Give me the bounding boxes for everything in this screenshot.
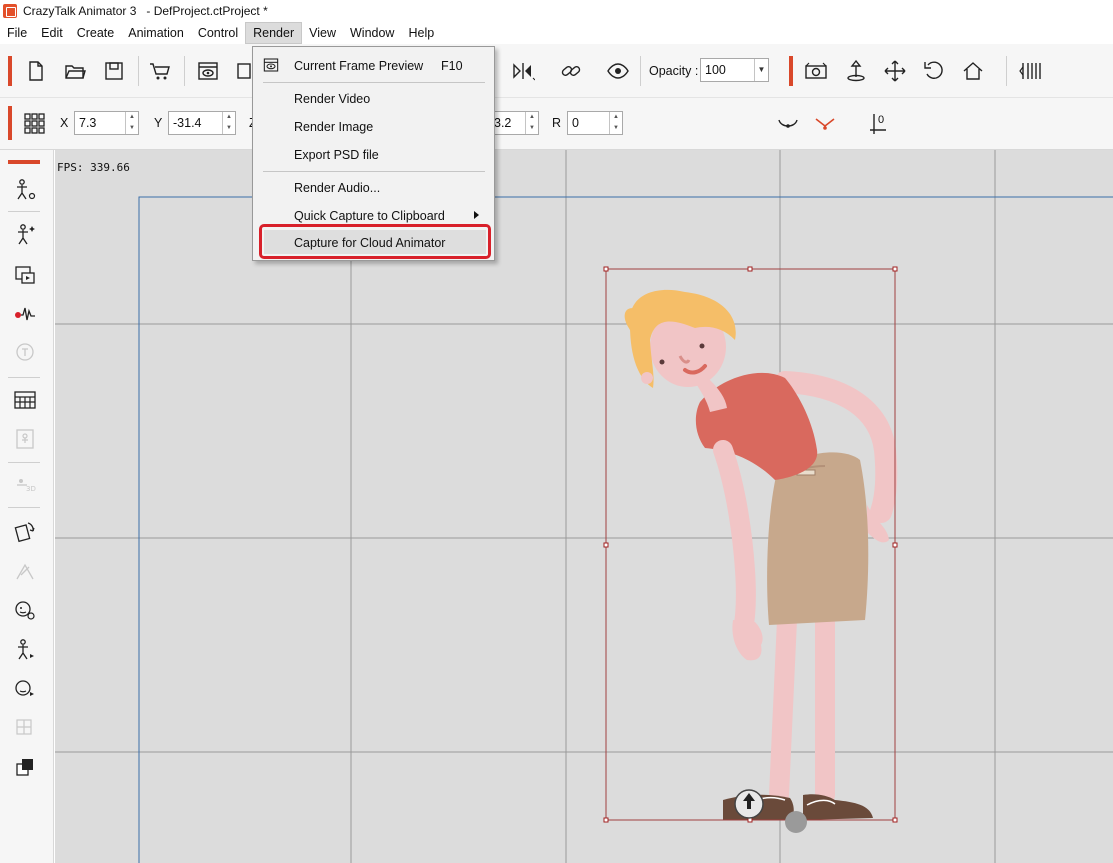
menu-animation[interactable]: Animation: [121, 22, 191, 44]
body-motion-icon[interactable]: [12, 637, 38, 663]
menu-window[interactable]: Window: [343, 22, 401, 44]
rotation-field[interactable]: 0 ▲ ▼: [567, 111, 623, 135]
scene-media-icon[interactable]: [12, 262, 38, 288]
r-label: R: [552, 116, 562, 130]
chevron-down-icon[interactable]: ▼: [754, 59, 768, 81]
character-compose-icon[interactable]: [12, 222, 38, 248]
opacity-label: Opacity :: [649, 64, 699, 78]
y-position-field[interactable]: -31.4 ▲ ▼: [168, 111, 236, 135]
title-bar: CrazyTalk Animator 3 - DefProject.ctProj…: [0, 0, 1113, 22]
camera-icon[interactable]: [803, 58, 829, 84]
transform-rotate-icon[interactable]: [12, 519, 38, 545]
timeline-grid-icon[interactable]: [12, 387, 38, 413]
svg-text:3D: 3D: [26, 485, 36, 493]
menu-create[interactable]: Create: [70, 22, 122, 44]
audio-record-icon[interactable]: [12, 301, 38, 327]
panel-separator: [8, 462, 40, 463]
menu-view[interactable]: View: [302, 22, 343, 44]
sprite-editor-icon: [12, 426, 38, 452]
save-icon[interactable]: [101, 58, 127, 84]
new-file-icon[interactable]: [23, 58, 49, 84]
preview-icon[interactable]: [195, 58, 221, 84]
fps-counter: FPS: 339.66: [57, 161, 130, 174]
callout-highlight-box: [259, 224, 491, 259]
3d-motion-icon: 3D: [12, 472, 38, 498]
app-logo-icon: [3, 4, 17, 18]
stage-viewport[interactable]: FPS: 339.66: [55, 150, 1113, 863]
layer-order-icon[interactable]: [12, 754, 38, 780]
left-tool-panel: 3D: [0, 150, 54, 863]
panel-accent-bar: [8, 160, 40, 164]
spinner-arrows[interactable]: ▲ ▼: [609, 112, 622, 134]
spinner-arrows[interactable]: ▲ ▼: [525, 112, 538, 134]
menu-separator: [263, 82, 485, 83]
opacity-dropdown[interactable]: 100 ▼: [700, 58, 769, 82]
toolbar-accent-bar: [8, 106, 12, 140]
home-icon[interactable]: [960, 58, 986, 84]
open-folder-icon[interactable]: [62, 58, 88, 84]
grid-icon[interactable]: [21, 110, 47, 136]
face-settings-icon[interactable]: [12, 597, 38, 623]
menu-export-psd[interactable]: Export PSD file: [294, 148, 379, 162]
flip-icon[interactable]: [510, 58, 536, 84]
x-label: X: [60, 116, 69, 130]
menu-quick-capture[interactable]: Quick Capture to Clipboard: [294, 209, 445, 223]
preview-eye-icon: [262, 56, 280, 74]
x-position-value: 7.3: [79, 116, 97, 130]
window-title: CrazyTalk Animator 3 - DefProject.ctProj…: [23, 4, 268, 18]
spinner-arrows[interactable]: ▲ ▼: [222, 112, 235, 134]
menu-file[interactable]: File: [0, 22, 34, 44]
menu-edit[interactable]: Edit: [34, 22, 70, 44]
menu-render-audio[interactable]: Render Audio...: [294, 181, 380, 195]
character-settings-icon[interactable]: [12, 177, 38, 203]
panel-separator: [8, 377, 40, 378]
move-icon[interactable]: [882, 58, 908, 84]
panel-separator: [8, 211, 40, 212]
opacity-value: 100: [705, 63, 726, 77]
shopping-cart-icon[interactable]: [147, 58, 173, 84]
toolbar-accent-bar: [8, 56, 12, 86]
move-vertical-icon[interactable]: [843, 58, 869, 84]
text-bubble-icon: [12, 340, 38, 366]
timeline-icon[interactable]: [1018, 58, 1044, 84]
rotate-icon[interactable]: [921, 58, 947, 84]
character-figure[interactable]: [624, 289, 898, 820]
menu-help[interactable]: Help: [401, 22, 441, 44]
toolbar-accent-bar: [789, 56, 793, 86]
panel-separator: [8, 507, 40, 508]
pivot-value: 0: [878, 114, 885, 126]
bone-grid-icon: [12, 715, 38, 741]
menu-render-video[interactable]: Render Video: [294, 92, 370, 106]
y-label: Y: [154, 116, 163, 130]
menu-bar: File Edit Create Animation Control Rende…: [0, 22, 1113, 44]
toolbar-separator: [1006, 56, 1007, 86]
menu-current-frame-preview[interactable]: Current Frame Preview: [294, 59, 423, 73]
toolbar-separator: [640, 56, 641, 86]
spinner-arrows[interactable]: ▲ ▼: [125, 112, 138, 134]
x-position-field[interactable]: 7.3 ▲ ▼: [74, 111, 139, 135]
visibility-eye-icon[interactable]: [605, 58, 631, 84]
ease-out-icon[interactable]: [812, 111, 838, 137]
link-tool-icon[interactable]: [558, 58, 584, 84]
face-puppet-icon: [12, 558, 38, 584]
transform-toolbar: X 7.3 ▲▼ Y -31.4 ▲▼ Z 3.2 ▲▼ R 0 ▲▼ 0: [0, 98, 1113, 150]
shortcut-f10: F10: [441, 59, 463, 73]
submenu-arrow-icon: [474, 211, 479, 219]
menu-render[interactable]: Render: [245, 22, 303, 44]
menu-render-image[interactable]: Render Image: [294, 120, 373, 134]
menu-control[interactable]: Control: [191, 22, 245, 44]
render-dropdown-menu: Current Frame Preview F10 Render Video R…: [252, 46, 495, 261]
y-position-value: -31.4: [173, 116, 202, 130]
rotation-value: 0: [572, 116, 579, 130]
toolbar-separator: [138, 56, 139, 86]
main-toolbar: Opacity : 100 ▼: [0, 44, 1113, 98]
ease-in-icon[interactable]: [775, 111, 801, 137]
toolbar-separator: [184, 56, 185, 86]
menu-separator: [263, 171, 485, 172]
face-motion-icon[interactable]: [12, 676, 38, 702]
stage-canvas: [55, 150, 1113, 863]
